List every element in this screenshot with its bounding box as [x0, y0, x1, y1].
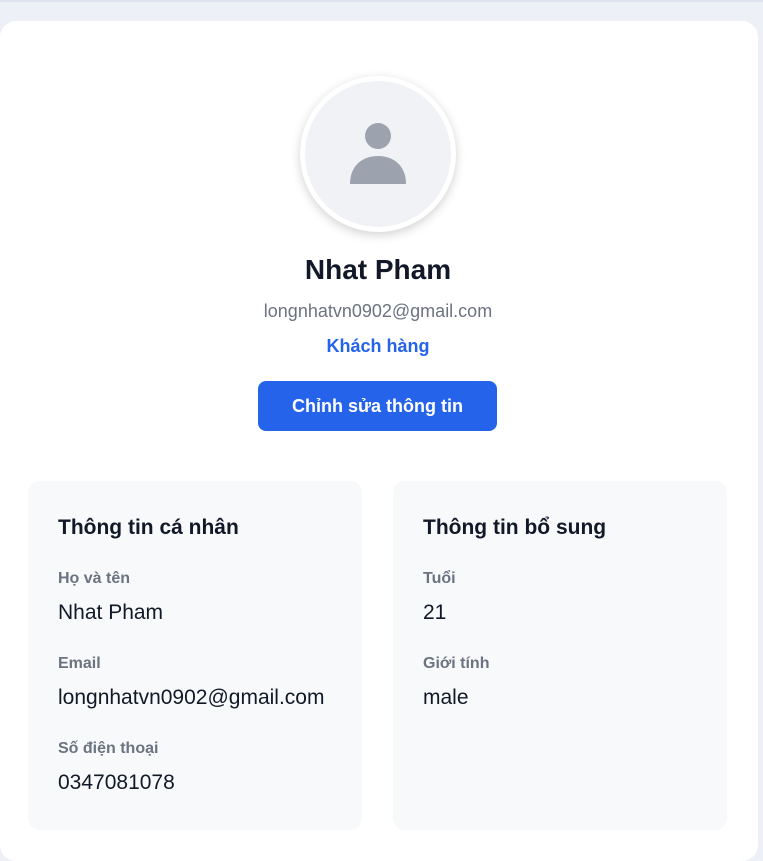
fullname-value: Nhat Pham: [58, 601, 164, 624]
window-top-border: [0, 0, 763, 2]
additional-info-title: Thông tin bổ sung: [423, 516, 607, 539]
gender-label: Giới tính: [423, 655, 490, 672]
gender-value: male: [423, 686, 469, 709]
personal-info-title: Thông tin cá nhân: [58, 516, 239, 539]
age-label: Tuổi: [423, 570, 456, 587]
additional-info-panel: Thông tin bổ sung Tuổi 21 Giới tính male: [393, 481, 727, 830]
fullname-label: Họ và tên: [58, 570, 131, 587]
profile-name: Nhat Pham: [304, 254, 452, 285]
avatar: [300, 76, 456, 232]
phone-label: Số điện thoại: [58, 740, 159, 757]
email-value: longnhatvn0902@gmail.com: [58, 686, 325, 709]
personal-info-panel: Thông tin cá nhân Họ và tên Nhat Pham Em…: [28, 481, 362, 830]
age-value: 21: [423, 601, 447, 624]
edit-profile-button[interactable]: Chỉnh sửa thông tin: [258, 381, 497, 431]
email-label: Email: [58, 655, 101, 672]
user-icon: [350, 123, 406, 184]
profile-email: longnhatvn0902@gmail.com: [263, 301, 493, 321]
profile-card: Nhat Pham longnhatvn0902@gmail.com Khách…: [0, 21, 758, 861]
profile-role: Khách hàng: [326, 336, 430, 356]
phone-value: 0347081078: [58, 771, 175, 794]
